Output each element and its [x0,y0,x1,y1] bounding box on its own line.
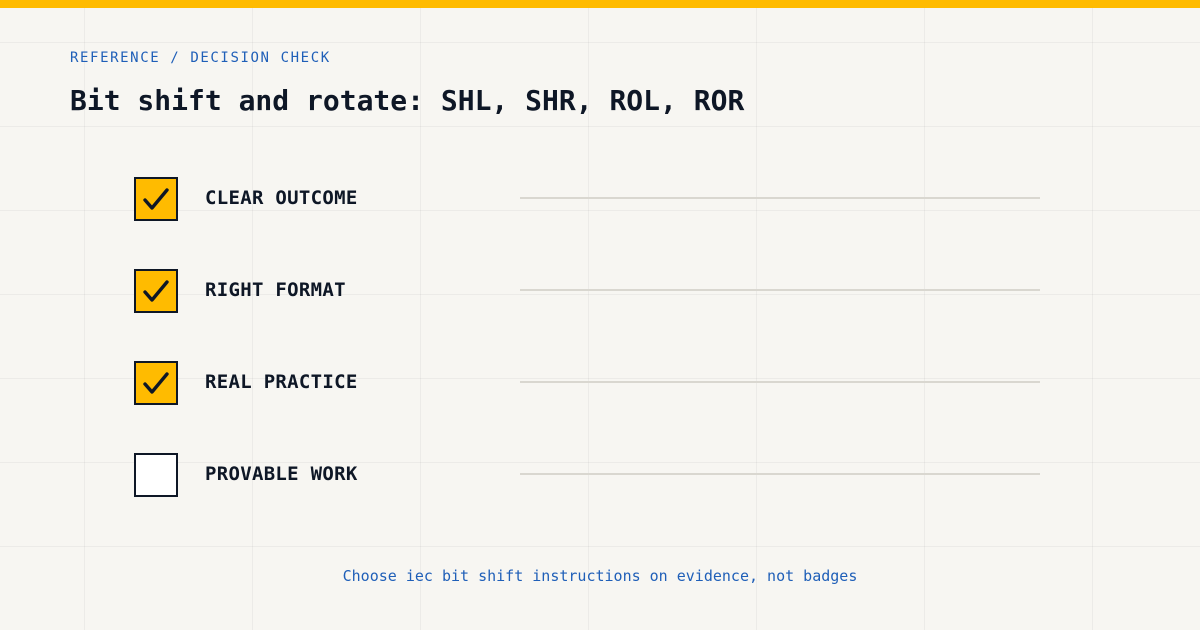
checklist-item-label: CLEAR OUTCOME [205,187,358,209]
checklist-item-real-practice[interactable]: REAL PRACTICE [134,361,1040,405]
checkbox-checked[interactable] [134,177,178,221]
breadcrumb: REFERENCE / DECISION CHECK [70,50,331,66]
top-accent-bar [0,0,1200,8]
checklist-item-label: REAL PRACTICE [205,371,358,393]
row-divider-line [520,473,1040,475]
checkmark-icon [143,280,169,302]
checklist-item-provable-work[interactable]: PROVABLE WORK [134,453,1040,497]
checklist-item-label: RIGHT FORMAT [205,279,346,301]
checkmark-icon [143,372,169,394]
checklist-item-clear-outcome[interactable]: CLEAR OUTCOME [134,177,1040,221]
checkmark-icon [143,188,169,210]
page-title: Bit shift and rotate: SHL, SHR, ROL, ROR [70,84,745,117]
row-divider-line [520,197,1040,199]
checklist-item-right-format[interactable]: RIGHT FORMAT [134,269,1040,313]
row-divider-line [520,381,1040,383]
row-divider-line [520,289,1040,291]
checklist-item-label: PROVABLE WORK [205,463,358,485]
checkbox-checked[interactable] [134,269,178,313]
footer-note: Choose iec bit shift instructions on evi… [342,567,858,585]
checkbox-unchecked[interactable] [134,453,178,497]
checkbox-checked[interactable] [134,361,178,405]
